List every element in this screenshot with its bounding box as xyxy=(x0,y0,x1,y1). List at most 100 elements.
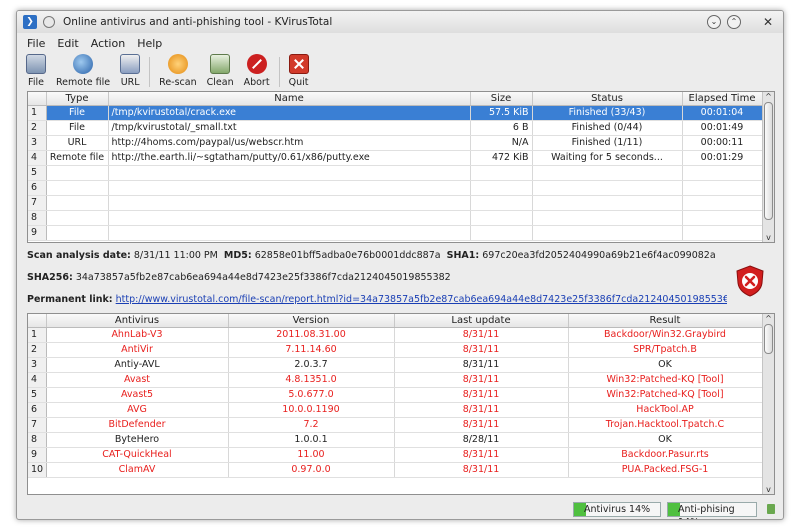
shield-alert-icon xyxy=(736,265,764,297)
table-row[interactable]: 9 CAT-QuickHeal 11.00 8/31/11 Backdoor.P… xyxy=(28,447,762,463)
scroll-thumb[interactable] xyxy=(764,324,773,354)
column-header-antivirus[interactable]: Antivirus xyxy=(46,314,229,328)
main-window: ❯ Online antivirus and anti-phishing too… xyxy=(16,10,784,520)
column-header-version[interactable]: Version xyxy=(228,314,395,328)
job-elapsed: 00:01:49 xyxy=(682,120,762,136)
antivirus-version: 1.0.0.1 xyxy=(228,432,395,448)
column-header-elapsed[interactable]: Elapsed Time xyxy=(682,92,762,106)
app-icon[interactable]: ❯ xyxy=(23,15,37,29)
maximize-button[interactable]: ⌃ xyxy=(727,15,741,29)
antivirus-version: 10.0.0.1190 xyxy=(228,402,395,418)
table-row[interactable]: 6 xyxy=(28,180,762,196)
scan-result: Win32:Patched-KQ [Tool] xyxy=(568,372,762,388)
table-row[interactable]: 5 xyxy=(28,165,762,181)
scroll-thumb[interactable] xyxy=(764,102,773,220)
last-update: 8/31/11 xyxy=(394,447,569,463)
remote-file-button-label: Remote file xyxy=(56,77,111,88)
row-number: 9 xyxy=(28,447,47,463)
scroll-up-arrow[interactable]: ^ xyxy=(763,314,774,323)
antivirus-name: BitDefender xyxy=(46,417,229,433)
results-panel: Antivirus Version Last update Result 1 A… xyxy=(27,313,775,495)
antivirus-progress-label: Antivirus 14% xyxy=(584,504,651,515)
row-number: 8 xyxy=(28,210,47,226)
antivirus-version: 7.11.14.60 xyxy=(228,342,395,358)
table-row[interactable]: 4 Avast 4.8.1351.0 8/31/11 Win32:Patched… xyxy=(28,372,762,388)
table-row[interactable]: 4 Remote file http://the.earth.li/~sgtat… xyxy=(28,150,762,166)
scroll-down-arrow[interactable]: v xyxy=(763,485,774,494)
abort-button[interactable]: Abort xyxy=(239,53,275,93)
job-type: URL xyxy=(46,135,109,151)
minimize-button[interactable]: ⌄ xyxy=(707,15,721,29)
table-row[interactable]: 8 ByteHero 1.0.0.1 8/28/11 OK xyxy=(28,432,762,448)
antivirus-name: Avast xyxy=(46,372,229,388)
job-elapsed: 00:01:29 xyxy=(682,150,762,166)
table-row[interactable]: 2 AntiVir 7.11.14.60 8/31/11 SPR/Tpatch.… xyxy=(28,342,762,358)
column-header-name[interactable]: Name xyxy=(108,92,471,106)
scan-result: Backdoor/Win32.Graybird xyxy=(568,327,762,343)
last-update: 8/31/11 xyxy=(394,402,569,418)
close-button[interactable]: ✕ xyxy=(761,15,775,29)
table-row[interactable]: 7 xyxy=(28,195,762,211)
job-name: /tmp/kvirustotal/_small.txt xyxy=(108,120,471,136)
toolbar-separator xyxy=(149,57,151,87)
results-scrollbar[interactable]: ^ v xyxy=(762,314,774,494)
table-row[interactable]: 3 URL http://4homs.com/paypal/us/webscr.… xyxy=(28,135,762,151)
scan-info: Scan analysis date: 8/31/11 11:00 PM MD5… xyxy=(27,247,773,317)
url-icon xyxy=(120,54,141,74)
jobs-scrollbar[interactable]: ^ v xyxy=(762,92,774,242)
column-header-size[interactable]: Size xyxy=(470,92,533,106)
globe-icon xyxy=(73,54,94,74)
rescan-button-label: Re-scan xyxy=(159,77,197,88)
scan-result: HackTool.AP xyxy=(568,402,762,418)
antivirus-name: AntiVir xyxy=(46,342,229,358)
column-header-last-update[interactable]: Last update xyxy=(394,314,569,328)
scroll-up-arrow[interactable]: ^ xyxy=(763,92,774,101)
job-status: Finished (33/43) xyxy=(532,105,683,121)
job-name: http://the.earth.li/~sgtatham/putty/0.61… xyxy=(108,150,471,166)
antivirus-name: Avast5 xyxy=(46,387,229,403)
column-header-result[interactable]: Result xyxy=(568,314,762,328)
scan-result: OK xyxy=(568,432,762,448)
table-row[interactable]: 1 AhnLab-V3 2011.08.31.00 8/31/11 Backdo… xyxy=(28,327,762,343)
column-header-status[interactable]: Status xyxy=(532,92,683,106)
antivirus-name: AVG xyxy=(46,402,229,418)
table-row[interactable]: 7 BitDefender 7.2 8/31/11 Trojan.Hacktoo… xyxy=(28,417,762,433)
table-row[interactable]: 5 Avast5 5.0.677.0 8/31/11 Win32:Patched… xyxy=(28,387,762,403)
quit-button[interactable]: Quit xyxy=(284,53,314,93)
sha1-value: 697c20ea3fd2052404990a69b21e6f4ac099082a xyxy=(482,250,716,261)
clean-button-label: Clean xyxy=(206,77,234,88)
table-row[interactable]: 3 Antiy-AVL 2.0.3.7 8/31/11 OK xyxy=(28,357,762,373)
menu-file[interactable]: File xyxy=(27,35,45,53)
table-row[interactable]: 1 File /tmp/kvirustotal/crack.exe 57.5 K… xyxy=(28,105,762,121)
jobs-panel: Type Name Size Status Elapsed Time 1 Fil… xyxy=(27,91,775,243)
remote-file-button[interactable]: Remote file xyxy=(51,53,115,93)
status-bar: Antivirus 14% Anti-phising 14% xyxy=(17,499,783,519)
table-row[interactable]: 6 AVG 10.0.0.1190 8/31/11 HackTool.AP xyxy=(28,402,762,418)
row-number: 4 xyxy=(28,150,47,166)
scroll-down-arrow[interactable]: v xyxy=(763,233,774,242)
job-size: N/A xyxy=(470,135,533,151)
menu-edit[interactable]: Edit xyxy=(57,35,78,53)
row-number: 5 xyxy=(28,387,47,403)
last-update: 8/31/11 xyxy=(394,462,569,478)
url-button[interactable]: URL xyxy=(115,53,145,93)
scan-result: PUA.Packed.FSG-1 xyxy=(568,462,762,478)
menu-help[interactable]: Help xyxy=(137,35,162,53)
table-row[interactable]: 10 ClamAV 0.97.0.0 8/31/11 PUA.Packed.FS… xyxy=(28,462,762,478)
clean-button[interactable]: Clean xyxy=(202,53,239,93)
table-row[interactable]: 2 File /tmp/kvirustotal/_small.txt 6 B F… xyxy=(28,120,762,136)
last-update: 8/31/11 xyxy=(394,387,569,403)
row-number: 6 xyxy=(28,402,47,418)
job-size: 57.5 KiB xyxy=(470,105,533,121)
scan-date-label: Scan analysis date: xyxy=(27,250,131,261)
table-row[interactable]: 9 xyxy=(28,225,762,241)
menu-action[interactable]: Action xyxy=(91,35,125,53)
scan-result: Trojan.Hacktool.Tpatch.C xyxy=(568,417,762,433)
rescan-button[interactable]: Re-scan xyxy=(154,53,201,93)
column-header-type[interactable]: Type xyxy=(46,92,109,106)
table-row[interactable]: 8 xyxy=(28,210,762,226)
file-button[interactable]: File xyxy=(21,53,51,93)
pin-icon[interactable] xyxy=(43,16,55,28)
scan-result: Backdoor.Pasur.rts xyxy=(568,447,762,463)
permalink-link[interactable]: http://www.virustotal.com/file-scan/repo… xyxy=(116,294,727,305)
